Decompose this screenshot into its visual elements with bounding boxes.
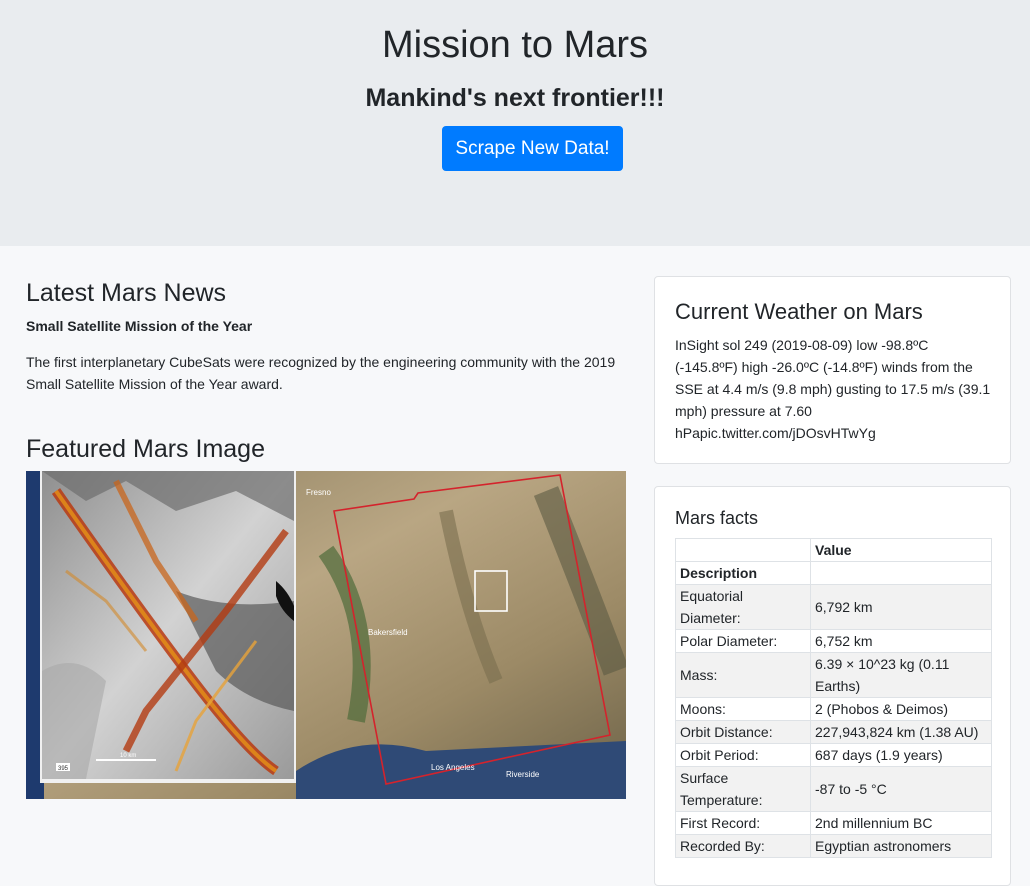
header-jumbotron: Mission to Mars Mankind's next frontier!… — [0, 0, 1030, 246]
featured-image-graphic: Fresno Bakersfield Los Angeles Riverside… — [26, 471, 626, 799]
table-row: Moons: 2 (Phobos & Deimos) — [675, 697, 992, 721]
mars-facts-table: Value Description Equatorial Diameter: 6… — [675, 538, 992, 858]
map-label-riverside: Riverside — [506, 770, 540, 779]
fact-value: 227,943,824 km (1.38 AU) — [810, 720, 992, 744]
featured-mars-image[interactable]: Fresno Bakersfield Los Angeles Riverside… — [26, 471, 626, 799]
fact-label: Polar Diameter: — [675, 629, 811, 653]
fact-label: Moons: — [675, 697, 811, 721]
mars-facts-card: Mars facts Value Description Equatorial … — [654, 486, 1011, 886]
table-header-blank — [675, 538, 811, 562]
facts-heading: Mars facts — [675, 508, 759, 528]
weather-card: Current Weather on Mars InSight sol 249 … — [654, 276, 1011, 464]
table-header-description: Description — [675, 561, 811, 585]
page-title: Mission to Mars — [381, 24, 649, 66]
fact-label: Recorded By: — [675, 834, 811, 858]
fact-label: Surface Temperature: — [675, 766, 811, 812]
table-header-blank — [810, 561, 992, 585]
highway-label: 395 — [58, 766, 69, 772]
table-row: Polar Diameter: 6,752 km — [675, 629, 992, 653]
fact-value: 687 days (1.9 years) — [810, 743, 992, 767]
page-subtitle: Mankind's next frontier!!! — [365, 84, 665, 112]
weather-heading: Current Weather on Mars — [675, 299, 923, 324]
table-row: Orbit Period: 687 days (1.9 years) — [675, 743, 992, 767]
table-row: Orbit Distance: 227,943,824 km (1.38 AU) — [675, 720, 992, 744]
fact-label: Orbit Distance: — [675, 720, 811, 744]
scale-label: 10 km — [120, 753, 136, 759]
fact-label: Orbit Period: — [675, 743, 811, 767]
news-paragraph: The first interplanetary CubeSats were r… — [26, 354, 616, 392]
fact-value: 6.39 × 10^23 kg (0.11 Earths) — [810, 652, 992, 698]
map-label-los-angeles: Los Angeles — [431, 763, 475, 772]
fact-value: Egyptian astronomers — [810, 834, 992, 858]
fact-value: 2nd millennium BC — [810, 811, 992, 835]
table-row: First Record: 2nd millennium BC — [675, 811, 992, 835]
map-label-fresno: Fresno — [306, 488, 331, 497]
table-header-value: Value — [810, 538, 992, 562]
scrape-new-data-button[interactable]: Scrape New Data! — [442, 126, 623, 171]
fact-value: 2 (Phobos & Deimos) — [810, 697, 992, 721]
news-heading: Latest Mars News — [26, 279, 227, 307]
weather-text: InSight sol 249 (2019-08-09) low -98.8ºC… — [675, 337, 991, 441]
table-row: Surface Temperature: -87 to -5 °C — [675, 766, 992, 812]
fact-label: Equatorial Diameter: — [675, 584, 811, 630]
map-label-bakersfield: Bakersfield — [368, 628, 408, 637]
fact-value: 6,752 km — [810, 629, 992, 653]
fact-label: Mass: — [675, 652, 811, 698]
fact-value: -87 to -5 °C — [810, 766, 992, 812]
fact-label: First Record: — [675, 811, 811, 835]
table-row: Recorded By: Egyptian astronomers — [675, 834, 992, 858]
table-header-row: Description — [675, 561, 992, 585]
table-row: Equatorial Diameter: 6,792 km — [675, 584, 992, 630]
table-header-row: Value — [675, 538, 992, 562]
fact-value: 6,792 km — [810, 584, 992, 630]
featured-image-heading: Featured Mars Image — [26, 435, 265, 463]
news-title: Small Satellite Mission of the Year — [26, 318, 253, 334]
table-row: Mass: 6.39 × 10^23 kg (0.11 Earths) — [675, 652, 992, 698]
